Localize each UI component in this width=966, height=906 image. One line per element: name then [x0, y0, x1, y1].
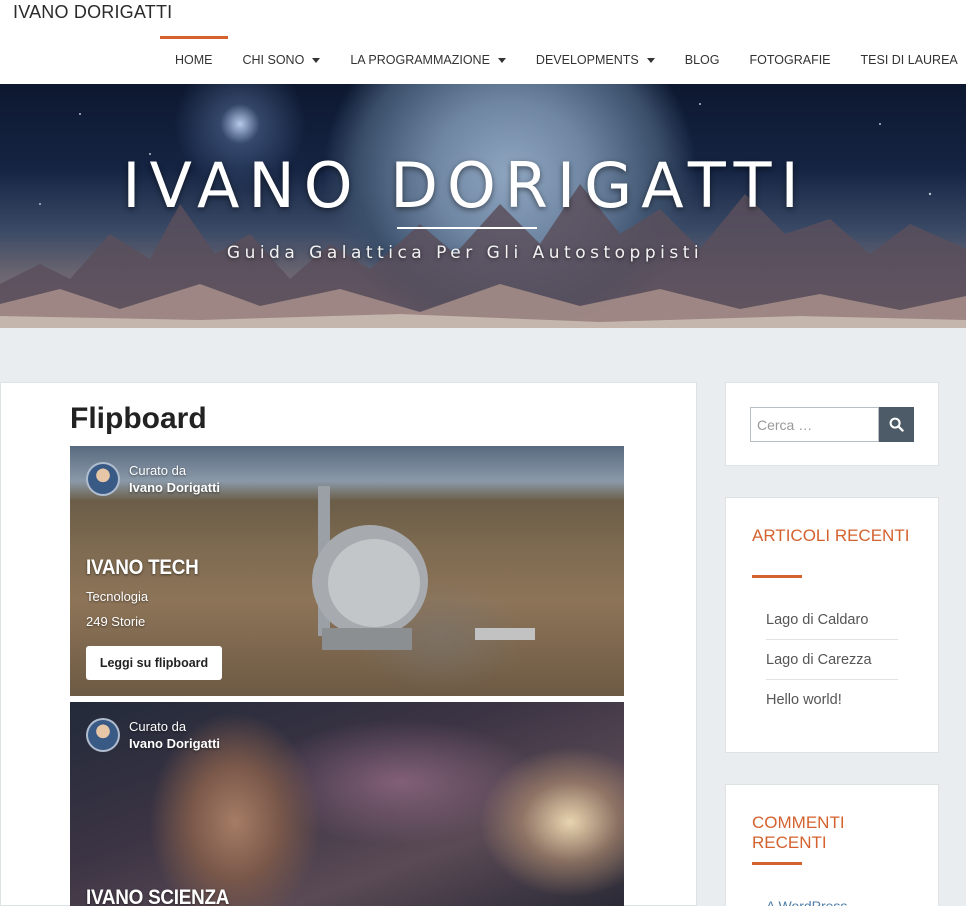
card-story-count: 249 Storie	[86, 614, 146, 629]
curated-label: Curato da	[129, 719, 187, 734]
recent-posts-widget: ARTICOLI RECENTI Lago di Caldaro Lago di…	[725, 497, 939, 753]
curator-info: Curato da Ivano Dorigatti	[86, 718, 220, 752]
curator-info: Curato da Ivano Dorigatti	[86, 462, 220, 496]
curated-label: Curato da	[129, 463, 187, 478]
hero-title: IVANO DORIGATTI	[122, 149, 808, 222]
nav-item-tesi-di-laurea[interactable]: TESI DI LAUREA	[846, 36, 966, 84]
hero-divider	[397, 227, 537, 229]
flipboard-card-scienza[interactable]: Curato da Ivano Dorigatti IVANO SCIENZA	[70, 702, 624, 906]
nav-item-la-programmazione[interactable]: LA PROGRAMMAZIONE	[335, 36, 521, 84]
caret-down-icon	[312, 57, 321, 63]
nav-item-label: DEVELOPMENTS	[535, 53, 639, 67]
flipboard-card-tech[interactable]: Curato da Ivano Dorigatti IVANO TECH Tec…	[70, 446, 624, 696]
caret-down-icon	[497, 57, 506, 63]
nav-item-label: LA PROGRAMMAZIONE	[350, 53, 490, 67]
recent-post-link[interactable]: Lago di Carezza	[766, 640, 898, 680]
recent-post-link[interactable]: Hello world!	[766, 680, 898, 720]
search-button[interactable]	[879, 407, 914, 442]
recent-comments-widget: COMMENTI RECENTI A WordPress	[725, 784, 939, 906]
page-title: Flipboard	[70, 402, 207, 435]
hero-banner: IVANO DORIGATTI Guida Galattica Per Gli …	[0, 84, 966, 328]
main-nav: HOME CHI SONO LA PROGRAMMAZIONE DEVELOPM…	[160, 36, 966, 84]
nav-item-label: TESI DI LAUREA	[860, 53, 958, 67]
nav-item-fotografie[interactable]: FOTOGRAFIE	[734, 36, 845, 84]
search-icon	[889, 417, 904, 432]
curator-name: Ivano Dorigatti	[129, 480, 221, 495]
nav-item-label: CHI SONO	[242, 53, 305, 67]
search-widget: Cerca …	[725, 382, 939, 466]
avatar	[86, 718, 120, 752]
nav-item-chi-sono[interactable]: CHI SONO	[228, 36, 336, 84]
nav-item-blog[interactable]: BLOG	[670, 36, 735, 84]
hero-tagline: Guida Galattica Per Gli Autostoppisti	[226, 243, 704, 263]
nav-item-developments[interactable]: DEVELOPMENTS	[521, 36, 670, 84]
widget-title-underline	[752, 862, 802, 865]
read-on-flipboard-button[interactable]: Leggi su flipboard	[86, 646, 222, 680]
avatar	[86, 462, 120, 496]
recent-comment-link[interactable]: A WordPress	[766, 891, 898, 906]
widget-title: ARTICOLI RECENTI	[752, 526, 910, 545]
recent-posts-list: Lago di Caldaro Lago di Carezza Hello wo…	[766, 600, 898, 720]
card-category: Tecnologia	[86, 589, 149, 604]
widget-title: COMMENTI RECENTI	[752, 813, 845, 852]
site-header: IVANO DORIGATTI HOME CHI SONO LA PROGRAM…	[0, 0, 966, 84]
recent-comments-list: A WordPress	[766, 891, 898, 906]
search-input[interactable]: Cerca …	[750, 407, 879, 442]
nav-item-label: FOTOGRAFIE	[749, 53, 831, 67]
nav-item-label: BLOG	[684, 53, 720, 67]
curator-name: Ivano Dorigatti	[129, 736, 221, 751]
card-title: IVANO SCIENZA	[86, 886, 230, 906]
recent-post-link[interactable]: Lago di Caldaro	[766, 600, 898, 640]
nav-item-home[interactable]: HOME	[160, 36, 228, 84]
site-title[interactable]: IVANO DORIGATTI	[13, 2, 172, 23]
caret-down-icon	[646, 57, 655, 63]
nav-item-label: HOME	[175, 53, 213, 67]
widget-title-underline	[752, 575, 802, 578]
card-title: IVANO TECH	[86, 556, 199, 579]
